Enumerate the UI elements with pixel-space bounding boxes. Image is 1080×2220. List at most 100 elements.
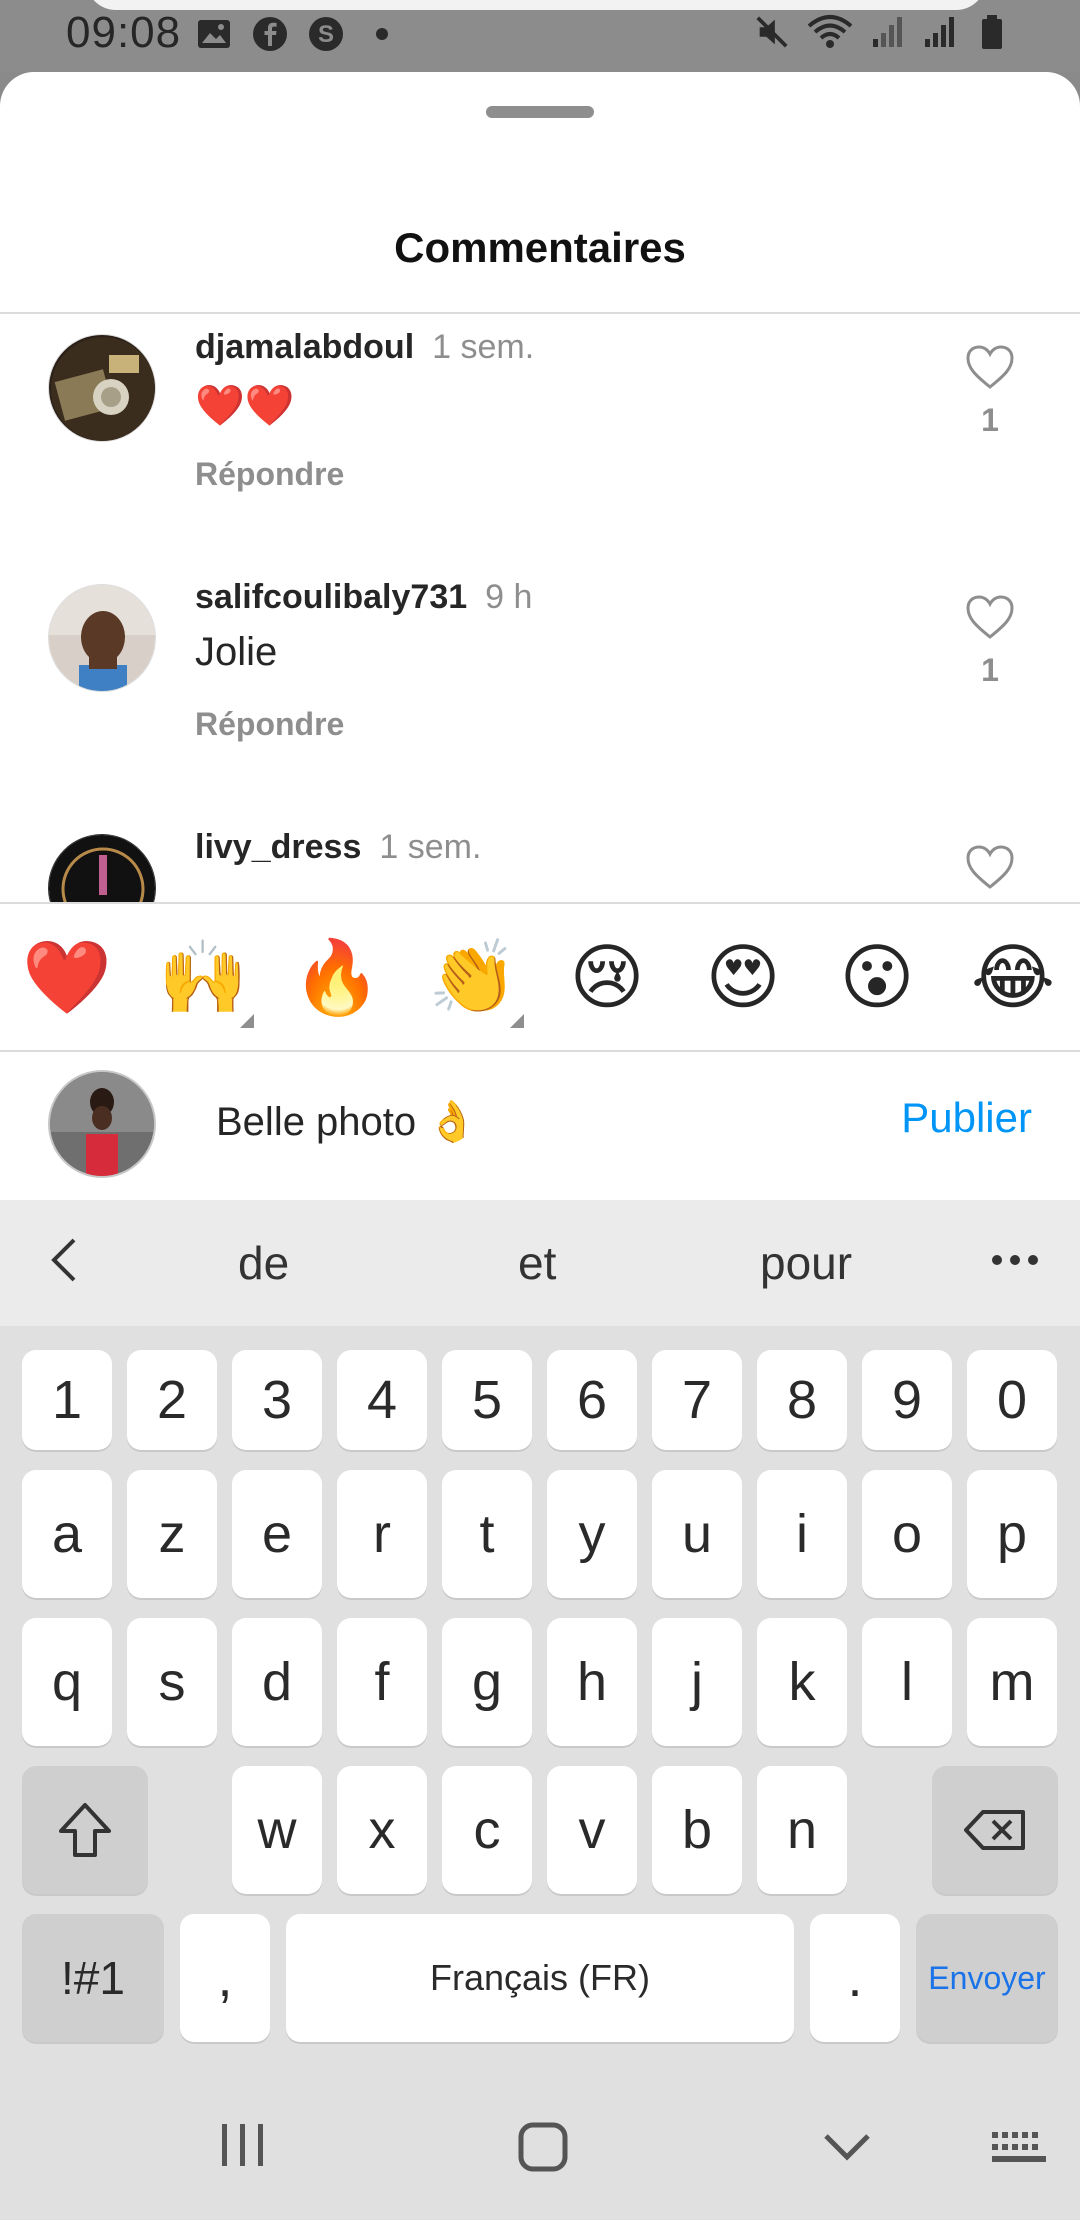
- key-u[interactable]: u: [652, 1470, 742, 1598]
- avatar: [48, 1070, 156, 1178]
- key-0[interactable]: 0: [967, 1350, 1057, 1450]
- key-1[interactable]: 1: [22, 1350, 112, 1450]
- emoji-surprised-button[interactable]: 😮: [822, 904, 932, 1050]
- comment-input[interactable]: Belle photo 👌: [216, 1098, 477, 1145]
- comment-username[interactable]: salifcoulibaly731: [195, 578, 467, 616]
- key-b[interactable]: b: [652, 1766, 742, 1894]
- suggestion-bar: de et pour: [0, 1200, 1080, 1326]
- avatar[interactable]: [48, 334, 156, 442]
- emoji-crying-button[interactable]: 😢: [552, 904, 662, 1050]
- key-c[interactable]: c: [442, 1766, 532, 1894]
- key-d[interactable]: d: [232, 1618, 322, 1746]
- comment-username[interactable]: djamalabdoul: [195, 328, 414, 366]
- key-g[interactable]: g: [442, 1618, 532, 1746]
- emoji-bar: ❤️ 🙌 🔥 👏 😢 😍 😮 😂: [0, 904, 1080, 1050]
- drag-handle[interactable]: [486, 106, 594, 118]
- comment-time: 1 sem.: [432, 328, 535, 366]
- emoji-heart-eyes-button[interactable]: 😍: [688, 904, 798, 1050]
- key-v[interactable]: v: [547, 1766, 637, 1894]
- avatar[interactable]: [48, 584, 156, 692]
- notification-peek: [86, 0, 986, 10]
- emoji-joy-button[interactable]: 😂: [958, 904, 1068, 1050]
- like-button[interactable]: 1: [962, 344, 1018, 439]
- signal-icon: [922, 14, 958, 50]
- like-button[interactable]: 1: [962, 594, 1018, 689]
- key-h[interactable]: h: [547, 1618, 637, 1746]
- space-key[interactable]: Français (FR): [286, 1914, 794, 2042]
- chevron-down-icon[interactable]: [822, 2132, 872, 2167]
- like-button[interactable]: [962, 844, 1018, 890]
- comment-username[interactable]: livy_dress: [195, 828, 361, 866]
- more-icon[interactable]: [990, 1240, 1040, 1285]
- emoji-fire-button[interactable]: 🔥: [282, 904, 392, 1050]
- key-3[interactable]: 3: [232, 1350, 322, 1450]
- comment-text: ❤️❤️: [195, 383, 295, 429]
- key-e[interactable]: e: [232, 1470, 322, 1598]
- key-8[interactable]: 8: [757, 1350, 847, 1450]
- key-f[interactable]: f: [337, 1618, 427, 1746]
- suggestion-word[interactable]: pour: [760, 1236, 852, 1290]
- reply-button[interactable]: Répondre: [195, 456, 344, 493]
- key-i[interactable]: i: [757, 1470, 847, 1598]
- comment-text: Jolie: [195, 630, 278, 674]
- key-j[interactable]: j: [652, 1618, 742, 1746]
- key-r[interactable]: r: [337, 1470, 427, 1598]
- image-icon: [196, 16, 232, 52]
- backspace-key[interactable]: [932, 1766, 1058, 1894]
- suggestion-word[interactable]: de: [238, 1236, 289, 1290]
- key-a[interactable]: a: [22, 1470, 112, 1598]
- key-7[interactable]: 7: [652, 1350, 742, 1450]
- reply-button[interactable]: Répondre: [195, 706, 344, 743]
- key-9[interactable]: 9: [862, 1350, 952, 1450]
- key-y[interactable]: y: [547, 1470, 637, 1598]
- like-count: 1: [981, 652, 999, 688]
- emoji-heart-button[interactable]: ❤️: [12, 904, 122, 1050]
- key-s[interactable]: s: [127, 1618, 217, 1746]
- send-key[interactable]: Envoyer: [916, 1914, 1058, 2042]
- suggestion-word[interactable]: et: [518, 1236, 556, 1290]
- like-count: 1: [981, 402, 999, 438]
- key-w[interactable]: w: [232, 1766, 322, 1894]
- key-k[interactable]: k: [757, 1618, 847, 1746]
- comment-item: salifcoulibaly731 9 h Jolie Répondre 1: [0, 564, 1080, 814]
- signal-icon: [870, 14, 906, 50]
- battery-icon: [974, 14, 1010, 50]
- s-app-icon: S: [308, 16, 344, 52]
- recent-apps-icon[interactable]: [218, 2122, 268, 2173]
- skin-tone-indicator: [510, 1014, 524, 1028]
- comments-list[interactable]: djamalabdoul 1 sem. ❤️❤️ Répondre 1 salif…: [0, 314, 1080, 974]
- facebook-icon: [252, 16, 288, 52]
- shift-key[interactable]: [22, 1766, 148, 1894]
- key-x[interactable]: x: [337, 1766, 427, 1894]
- svg-text:S: S: [318, 21, 334, 48]
- home-icon[interactable]: [518, 2122, 568, 2177]
- key-6[interactable]: 6: [547, 1350, 637, 1450]
- keyboard-switch-icon[interactable]: [990, 2130, 1046, 2171]
- period-key[interactable]: .: [810, 1914, 900, 2042]
- keyboard: de et pour 1 2 3 4 5 6 7 8 9 0 a z e r t…: [0, 1200, 1080, 2060]
- backspace-icon: [964, 1810, 1025, 1850]
- key-z[interactable]: z: [127, 1470, 217, 1598]
- skin-tone-indicator: [240, 1014, 254, 1028]
- comma-key[interactable]: ,: [180, 1914, 270, 2042]
- key-4[interactable]: 4: [337, 1350, 427, 1450]
- heart-outline-icon: [966, 595, 1014, 639]
- key-2[interactable]: 2: [127, 1350, 217, 1450]
- key-t[interactable]: t: [442, 1470, 532, 1598]
- emoji-clap-button[interactable]: 👏: [418, 904, 528, 1050]
- key-l[interactable]: l: [862, 1618, 952, 1746]
- publish-button[interactable]: Publier: [901, 1094, 1032, 1142]
- comment-composer: Belle photo 👌 Publier: [0, 1052, 1080, 1200]
- chevron-left-icon[interactable]: [44, 1230, 84, 1295]
- key-m[interactable]: m: [967, 1618, 1057, 1746]
- heart-outline-icon: [966, 845, 1014, 889]
- status-time: 09:08: [66, 8, 182, 57]
- key-n[interactable]: n: [757, 1766, 847, 1894]
- symbols-key[interactable]: !#1: [22, 1914, 164, 2042]
- key-p[interactable]: p: [967, 1470, 1057, 1598]
- key-5[interactable]: 5: [442, 1350, 532, 1450]
- key-q[interactable]: q: [22, 1618, 112, 1746]
- comment-item: djamalabdoul 1 sem. ❤️❤️ Répondre 1: [0, 314, 1080, 564]
- emoji-raised-hands-button[interactable]: 🙌: [148, 904, 258, 1050]
- key-o[interactable]: o: [862, 1470, 952, 1598]
